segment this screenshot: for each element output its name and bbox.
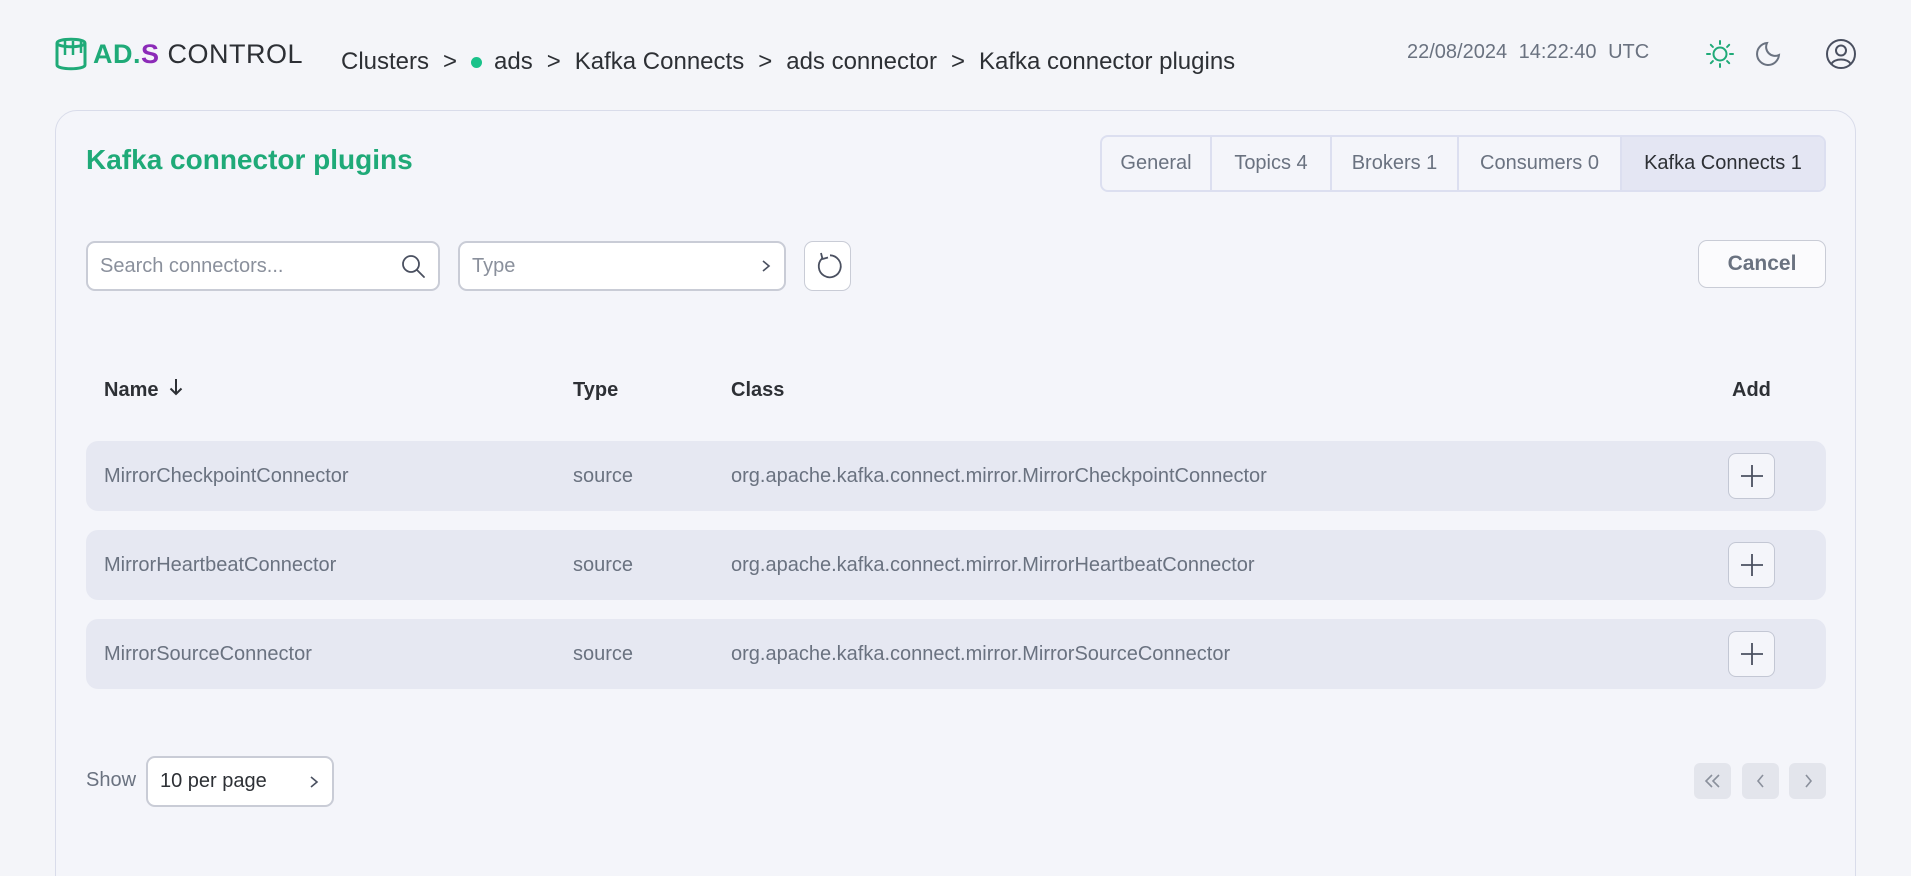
logo[interactable]: AD.S CONTROL: [55, 34, 303, 74]
type-select[interactable]: [458, 241, 786, 291]
add-connector-button[interactable]: [1728, 542, 1775, 588]
cell-class: org.apache.kafka.connect.mirror.MirrorCh…: [731, 465, 1267, 487]
cell-class: org.apache.kafka.connect.mirror.MirrorSo…: [731, 643, 1231, 665]
cell-class: org.apache.kafka.connect.mirror.MirrorHe…: [731, 554, 1255, 576]
cell-name: MirrorCheckpointConnector: [104, 465, 349, 487]
show-label: Show: [86, 769, 137, 791]
breadcrumb-separator: >: [950, 48, 965, 75]
column-header-name[interactable]: Name: [104, 377, 184, 403]
cell-name: MirrorHeartbeatConnector: [104, 554, 337, 576]
cell-type: source: [573, 643, 634, 665]
header: AD.S CONTROL Clusters > ads > Kafka Conne…: [0, 0, 1911, 110]
tab-topics[interactable]: Topics 4: [1212, 137, 1332, 190]
type-select-input[interactable]: [472, 254, 760, 278]
header-datetime: 22/08/2024 14:22:40 UTC: [1407, 41, 1649, 64]
chevron-left-icon: [1756, 774, 1764, 788]
tab-general[interactable]: General: [1102, 137, 1212, 190]
header-timezone: UTC: [1608, 41, 1650, 63]
chevron-right-icon: [760, 259, 772, 273]
double-chevron-left-icon: [1704, 774, 1720, 788]
table-row: MirrorSourceConnector source org.apache.…: [86, 619, 1826, 689]
logo-icon: [55, 37, 87, 71]
refresh-button[interactable]: [804, 241, 851, 291]
tab-kafka-connects[interactable]: Kafka Connects 1: [1622, 137, 1824, 190]
column-header-add: Add: [1732, 379, 1771, 401]
logo-text: AD.S CONTROL: [93, 39, 304, 69]
table-row: MirrorHeartbeatConnector source org.apac…: [86, 530, 1826, 600]
status-dot: [471, 56, 483, 68]
header-time: 14:22:40: [1518, 41, 1597, 63]
search-field[interactable]: [86, 241, 440, 291]
plus-icon: [1740, 554, 1763, 576]
plus-icon: [1740, 643, 1763, 665]
breadcrumb-kafka-connects[interactable]: Kafka Connects: [575, 48, 744, 76]
cell-name: MirrorSourceConnector: [104, 643, 312, 665]
header-date: 22/08/2024: [1407, 41, 1508, 63]
plus-icon: [1740, 465, 1763, 487]
breadcrumb-separator: >: [758, 48, 773, 75]
tab-consumers[interactable]: Consumers 0: [1459, 137, 1622, 190]
add-connector-button[interactable]: [1728, 631, 1775, 677]
tab-brokers[interactable]: Brokers 1: [1332, 137, 1459, 190]
cell-type: source: [573, 465, 634, 487]
page-title: Kafka connector plugins: [86, 144, 413, 175]
arrow-down-icon[interactable]: [168, 377, 184, 404]
table-row: MirrorCheckpointConnector source org.apa…: [86, 441, 1826, 511]
breadcrumb-cluster-ads[interactable]: ads: [494, 48, 533, 76]
search-input[interactable]: [100, 254, 400, 278]
chevron-right-icon: [1804, 774, 1812, 788]
user-icon[interactable]: [1825, 38, 1857, 70]
per-page-select[interactable]: 10 per page: [146, 756, 334, 807]
breadcrumb-separator: >: [443, 48, 458, 75]
breadcrumb-current: Kafka connector plugins: [979, 48, 1236, 75]
next-page-button[interactable]: [1789, 763, 1826, 799]
refresh-icon: [813, 251, 843, 281]
tab-bar: General Topics 4 Brokers 1 Consumers 0 K…: [1100, 135, 1826, 192]
first-page-button[interactable]: [1694, 763, 1731, 799]
column-header-class: Class: [731, 379, 785, 401]
cell-type: source: [573, 554, 634, 576]
breadcrumb-separator: >: [546, 48, 561, 75]
column-header-name-label: Name: [104, 379, 159, 401]
column-header-type: Type: [573, 379, 619, 401]
cancel-button[interactable]: Cancel: [1698, 240, 1826, 288]
breadcrumb-clusters[interactable]: Clusters: [341, 48, 429, 76]
sun-icon[interactable]: [1704, 38, 1736, 70]
breadcrumb-ads-connector[interactable]: ads connector: [786, 48, 937, 76]
moon-icon[interactable]: [1752, 38, 1784, 70]
add-connector-button[interactable]: [1728, 453, 1775, 499]
chevron-right-icon: [308, 775, 320, 789]
prev-page-button[interactable]: [1742, 763, 1779, 799]
per-page-value: 10 per page: [160, 770, 267, 792]
breadcrumb: Clusters > ads > Kafka Connects > ads co…: [341, 46, 1235, 78]
search-icon[interactable]: [400, 253, 426, 279]
